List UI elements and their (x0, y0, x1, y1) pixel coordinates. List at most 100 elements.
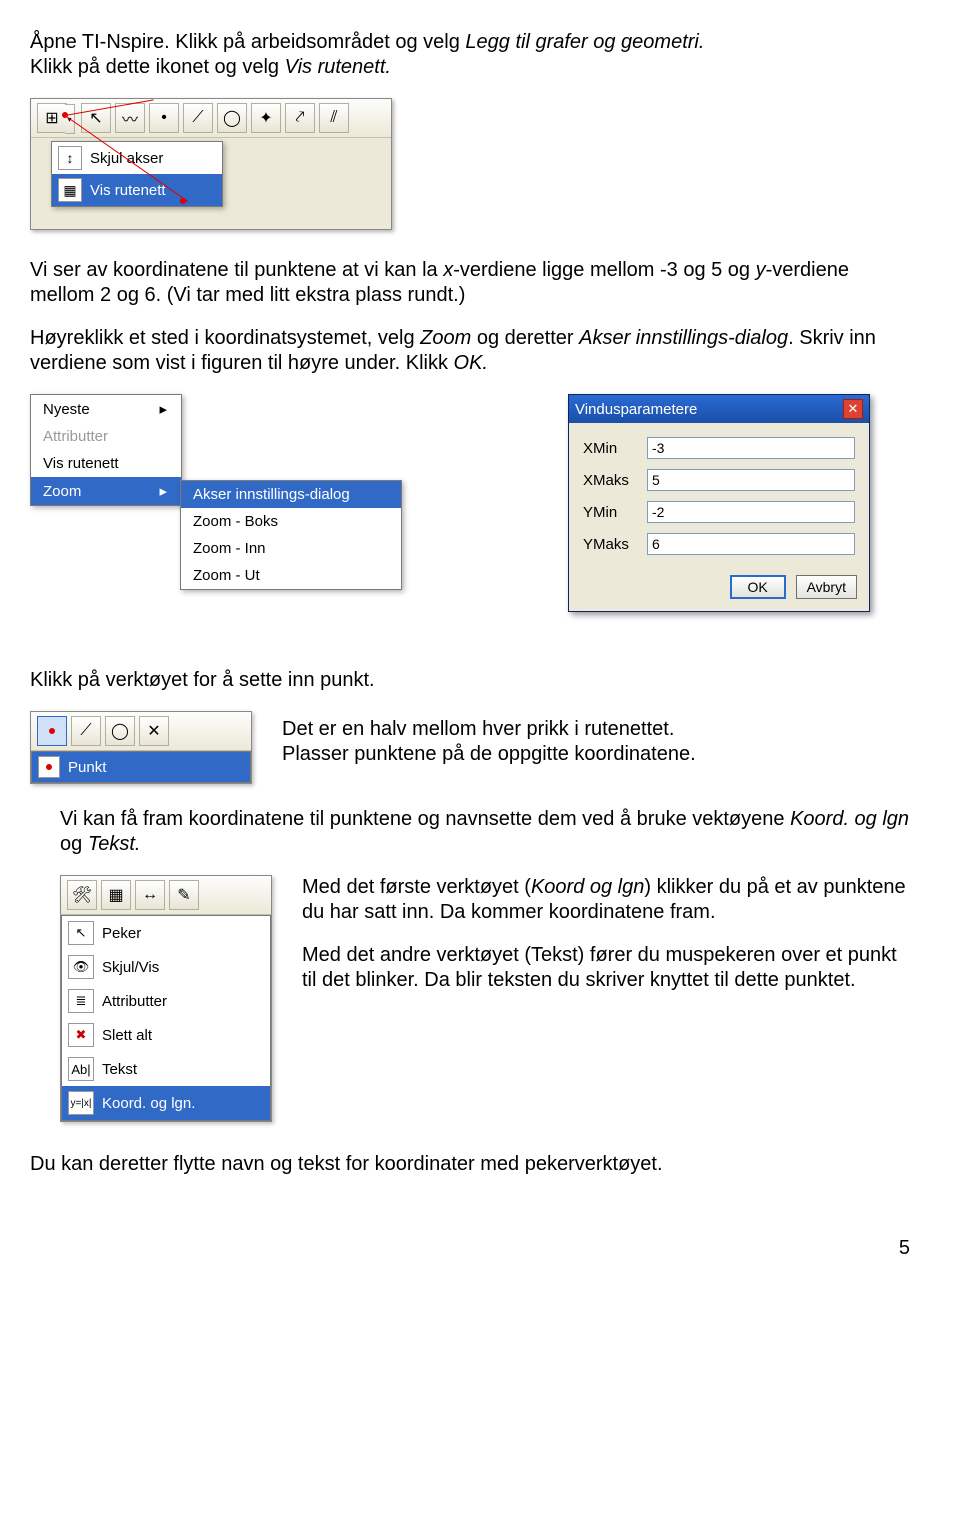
delete-icon: ✖ (68, 1023, 94, 1047)
ok-button[interactable]: OK (730, 575, 786, 599)
tool-circle-icon[interactable]: ◯ (105, 716, 135, 746)
text: Vi ser av koordinatene til punktene at v… (30, 259, 443, 281)
ctx-item-attributter: Attributter (31, 423, 181, 450)
menu-item-hide-axes[interactable]: ↕ Skjul akser (52, 142, 222, 174)
tool-axes-icon[interactable]: ⊞▾ (37, 103, 67, 133)
ctx-item-nyeste[interactable]: Nyeste ▸ (31, 395, 181, 423)
set-point-paragraph: Klikk på verktøyet for å sette inn punkt… (30, 668, 910, 693)
cancel-button[interactable]: Avbryt (796, 575, 857, 599)
tool-transform-icon[interactable]: ⤤ (285, 103, 315, 133)
tool-segment-icon[interactable]: ⟋ (71, 716, 101, 746)
input-ymin[interactable] (647, 501, 855, 523)
tool-intersect-icon[interactable]: ✕ (139, 716, 169, 746)
menu-item-slettalt[interactable]: ✖ Slett alt (62, 1018, 270, 1052)
ctx-item-zoom[interactable]: Zoom ▸ (31, 477, 181, 505)
dialog-title-text: Vindusparametere (575, 401, 697, 418)
intro-paragraph: Åpne TI-Nspire. Klikk på arbeidsområdet … (30, 30, 910, 80)
screenshot-view-menu: ⊞▾ ↖ 〰 • ⟋ ◯ ✦ ⤤ ⫽ ↕ Skjul akser ▦ Vis r… (30, 98, 400, 238)
coords-range-paragraph: Vi ser av koordinatene til punktene at v… (30, 258, 910, 308)
label-xmaks: XMaks (583, 472, 647, 489)
intro-text-2: Klikk på dette ikonet og velg (30, 56, 285, 78)
menu-label: Punkt (68, 759, 106, 776)
grid-icon: ▦ (58, 178, 82, 202)
tool-line-icon[interactable]: ⟋ (183, 103, 213, 133)
tool-point-active-icon[interactable] (37, 716, 67, 746)
sub-item-zoom-boks[interactable]: Zoom - Boks (181, 508, 401, 535)
close-icon[interactable]: ✕ (843, 399, 863, 419)
menu-label: Zoom - Inn (193, 540, 266, 557)
label-xmin: XMin (583, 440, 647, 457)
tool-graph-icon[interactable]: 〰 (115, 103, 145, 133)
equation-icon: y=|x| (68, 1091, 94, 1115)
emph-koord2: Koord og lgn (531, 876, 644, 898)
input-xmaks[interactable] (647, 469, 855, 491)
ctx-item-visrutenett[interactable]: Vis rutenett (31, 450, 181, 477)
text: Plasser punktene på de oppgitte koordina… (282, 743, 696, 765)
emph-ok: OK. (454, 352, 488, 374)
grid-spacing-paragraph: Det er en halv mellom hver prikk i ruten… (282, 717, 910, 767)
menu-label: Attributter (43, 428, 108, 445)
emph-y: y (756, 259, 766, 281)
label-ymin: YMin (583, 504, 647, 521)
context-menu: Nyeste ▸ Attributter Vis rutenett Zoom ▸ (30, 394, 182, 506)
view-dropdown-menu: ↕ Skjul akser ▦ Vis rutenett (51, 141, 223, 207)
tool-construct-icon[interactable]: ⫽ (319, 103, 349, 133)
menu-label: Peker (102, 925, 141, 942)
menu-item-koord[interactable]: y=|x| Koord. og lgn. (62, 1086, 270, 1120)
tool-settings-icon[interactable]: 🛠 (67, 880, 97, 910)
move-labels-paragraph: Du kan deretter flytte navn og tekst for… (30, 1152, 910, 1177)
text: -verdiene ligge mellom -3 og 5 og (453, 259, 755, 281)
intro-emph-2: Vis rutenett. (285, 56, 391, 78)
menu-item-punkt[interactable]: Punkt (32, 752, 250, 782)
menu-item-skjulvis[interactable]: 👁 Skjul/Vis (62, 950, 270, 984)
koord-tool-explain-paragraph: Med det første verktøyet (Koord og lgn) … (302, 875, 910, 925)
menu-item-show-grid[interactable]: ▦ Vis rutenett (52, 174, 222, 206)
text-tool-explain-paragraph: Med det andre verktøyet (Tekst) fører du… (302, 943, 910, 993)
screenshot-tools-menu: 🛠 ▦ ↔ ✎ ↖ Peker 👁 Skjul/Vis ≣ Attributte… (60, 875, 272, 1122)
text: Høyreklikk et sted i koordinatsystemet, … (30, 327, 420, 349)
text: Det er en halv mellom hver prikk i ruten… (282, 718, 674, 740)
menu-item-tekst[interactable]: Ab| Tekst (62, 1052, 270, 1086)
menu-label: Skjul/Vis (102, 959, 159, 976)
tool-measure-icon[interactable]: ✦ (251, 103, 281, 133)
menu-label: Vis rutenett (90, 182, 166, 199)
menu-item-peker[interactable]: ↖ Peker (62, 916, 270, 950)
menu-item-attributter[interactable]: ≣ Attributter (62, 984, 270, 1018)
menu-label: Slett alt (102, 1027, 152, 1044)
tool-draw-icon[interactable]: ✎ (169, 880, 199, 910)
tool-move-icon[interactable]: ↔ (135, 880, 165, 910)
screenshot-zoom-dialog: Nyeste ▸ Attributter Vis rutenett Zoom ▸… (30, 394, 870, 654)
sub-item-akser-dialog[interactable]: Akser innstillings-dialog (181, 481, 401, 508)
input-ymaks[interactable] (647, 533, 855, 555)
emph-akserdialog: Akser innstillings-dialog (579, 327, 788, 349)
point-toolbar: ⟋ ◯ ✕ (31, 712, 251, 751)
menu-label: Zoom - Boks (193, 513, 278, 530)
toolbar-graph: ⊞▾ ↖ 〰 • ⟋ ◯ ✦ ⤤ ⫽ (31, 99, 391, 138)
screenshot-point-tool: ⟋ ◯ ✕ Punkt (30, 711, 252, 784)
tool-shape-icon[interactable]: ◯ (217, 103, 247, 133)
text: og (60, 833, 88, 855)
menu-label: Nyeste (43, 401, 90, 418)
tool-grid2-icon[interactable]: ▦ (101, 880, 131, 910)
intro-text-1: Åpne TI-Nspire. Klikk på arbeidsområdet … (30, 31, 465, 53)
menu-label: Zoom - Ut (193, 567, 260, 584)
zoom-submenu: Akser innstillings-dialog Zoom - Boks Zo… (180, 480, 402, 590)
menu-label: Vis rutenett (43, 455, 119, 472)
tools-toolbar: 🛠 ▦ ↔ ✎ (61, 876, 271, 915)
tool-point-icon[interactable]: • (149, 103, 179, 133)
text: Med det første verktøyet ( (302, 876, 531, 898)
emph-tekst: Tekst. (88, 833, 141, 855)
point-dropdown: Punkt (31, 751, 251, 783)
axes-icon: ↕ (58, 146, 82, 170)
pointer-icon: ↖ (68, 921, 94, 945)
menu-label: Zoom (43, 483, 81, 500)
input-xmin[interactable] (647, 437, 855, 459)
sub-item-zoom-inn[interactable]: Zoom - Inn (181, 535, 401, 562)
menu-label: Akser innstillings-dialog (193, 486, 350, 503)
koord-tools-paragraph: Vi kan få fram koordinatene til punktene… (60, 807, 910, 857)
tools-dropdown: ↖ Peker 👁 Skjul/Vis ≣ Attributter ✖ Slet… (61, 915, 271, 1121)
sub-item-zoom-ut[interactable]: Zoom - Ut (181, 562, 401, 589)
chevron-right-icon: ▸ (159, 400, 167, 418)
emph-x: x (443, 259, 453, 281)
menu-label: Attributter (102, 993, 167, 1010)
